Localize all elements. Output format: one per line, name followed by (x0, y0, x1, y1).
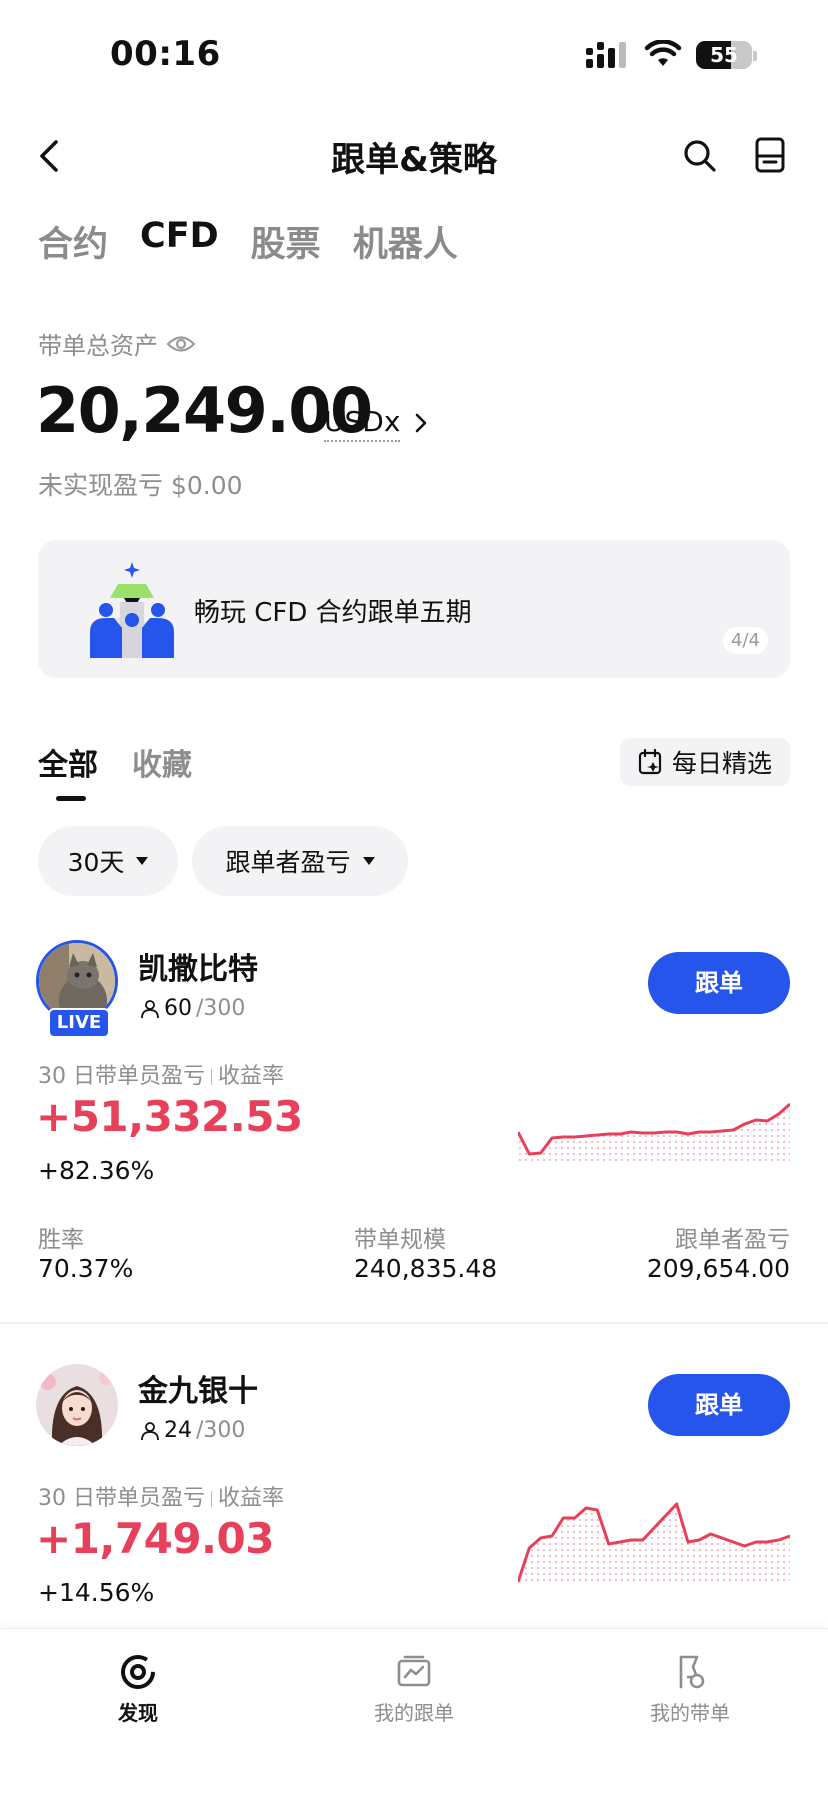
bottom-navigation: 发现 我的跟单 我的带单 (0, 1628, 828, 1796)
follow-button[interactable]: 跟单 (648, 1374, 790, 1436)
trader-name[interactable]: 金九银十 (138, 1366, 258, 1410)
guide-book-icon[interactable] (754, 136, 786, 174)
pnl-label-a: 30 日带单员盈亏 (38, 1486, 205, 1511)
podium-illustration-icon (90, 562, 174, 658)
flag-badge-icon (679, 1655, 705, 1689)
pnl-label-a: 30 日带单员盈亏 (38, 1064, 205, 1089)
status-time: 00:16 (110, 34, 221, 74)
chart-folder-icon (397, 1655, 431, 1687)
nav-my-copy-label: 我的跟单 (374, 1701, 454, 1725)
banner-text: 畅玩 CFD 合约跟单五期 (194, 598, 472, 628)
trader-name[interactable]: 凯撒比特 (138, 944, 258, 988)
discover-icon (121, 1655, 155, 1689)
nav-discover[interactable]: 发现 (58, 1653, 218, 1726)
cellular-signal-icon (586, 42, 626, 68)
pnl-sparkline (518, 1102, 790, 1164)
battery-indicator: 55 (696, 41, 752, 69)
category-tabs: 合约 CFD 股票 机器人 (38, 216, 458, 267)
trader-roi: +14.56% (38, 1578, 155, 1607)
tab-cfd[interactable]: CFD (140, 216, 219, 267)
pnl-label: 30 日带单员盈亏 收益率 (38, 1058, 284, 1090)
sort-filter-label: 跟单者盈亏 (225, 848, 351, 877)
follower-current: 24 (164, 1418, 192, 1443)
pnl-label-b: 收益率 (218, 1486, 285, 1511)
nav-my-lead[interactable]: 我的带单 (610, 1653, 770, 1726)
banner-page-indicator: 4/4 (723, 627, 768, 654)
period-filter[interactable]: 30天 (38, 826, 178, 896)
wifi-icon (644, 40, 682, 66)
tab-favorites[interactable]: 收藏 (132, 740, 192, 784)
trader-pnl: +51,332.53 (36, 1092, 303, 1141)
live-badge: LIVE (48, 1008, 110, 1038)
tab-stocks[interactable]: 股票 (251, 216, 321, 267)
daily-pick-button[interactable]: 每日精选 (620, 738, 790, 786)
search-icon[interactable] (682, 138, 718, 174)
promo-banner[interactable]: 畅玩 CFD 合约跟单五期 4/4 (38, 540, 790, 678)
period-filter-label: 30天 (67, 848, 125, 877)
pnl-label: 30 日带单员盈亏 收益率 (38, 1480, 284, 1512)
calendar-spark-icon (638, 749, 662, 775)
girl-avatar-image (36, 1364, 118, 1446)
pnl-label-b: 收益率 (218, 1064, 285, 1089)
person-icon (141, 1421, 159, 1440)
win-rate-label: 胜率 (38, 1227, 84, 1253)
follower-count: 24/300 (140, 1418, 245, 1443)
sort-filter[interactable]: 跟单者盈亏 (192, 826, 408, 896)
battery-cap (753, 51, 757, 61)
win-rate-value: 70.37% (38, 1254, 134, 1283)
person-icon (141, 999, 159, 1018)
follower-pnl-value: 209,654.00 (646, 1254, 790, 1283)
follower-max: /300 (196, 1418, 246, 1443)
trader-avatar[interactable] (36, 1364, 118, 1446)
nav-my-lead-label: 我的带单 (650, 1701, 730, 1725)
tab-bots[interactable]: 机器人 (353, 216, 458, 267)
daily-pick-label: 每日精选 (671, 749, 772, 778)
currency-unit-selector[interactable]: USDx (324, 405, 401, 442)
aum-label: 带单规模 (354, 1227, 446, 1253)
caret-down-icon (136, 857, 149, 865)
follower-max: /300 (196, 996, 246, 1021)
card-divider (0, 1322, 828, 1324)
tab-all[interactable]: 全部 (38, 740, 98, 784)
eye-icon[interactable] (166, 333, 196, 355)
follower-pnl-label: 跟单者盈亏 (675, 1227, 790, 1253)
total-assets-label: 带单总资产 (38, 332, 158, 360)
pnl-sparkline (518, 1502, 790, 1584)
trader-pnl: +1,749.03 (36, 1514, 274, 1563)
trader-roi: +82.36% (38, 1156, 155, 1185)
chevron-right-icon[interactable] (414, 412, 428, 434)
battery-level: 55 (710, 43, 738, 67)
follow-button[interactable]: 跟单 (648, 952, 790, 1014)
follower-current: 60 (164, 996, 192, 1021)
follower-count: 60/300 (140, 996, 245, 1021)
nav-discover-label: 发现 (118, 1701, 158, 1725)
total-assets-label-row: 带单总资产 (38, 326, 196, 361)
active-tab-indicator (56, 796, 86, 801)
nav-my-copy[interactable]: 我的跟单 (334, 1653, 494, 1726)
unrealized-pnl: 未实现盈亏 $0.00 (38, 471, 243, 500)
aum-value: 240,835.48 (354, 1254, 498, 1283)
tab-futures[interactable]: 合约 (38, 216, 108, 267)
caret-down-icon (362, 857, 375, 865)
total-assets-value: 20,249.00 (36, 374, 373, 447)
